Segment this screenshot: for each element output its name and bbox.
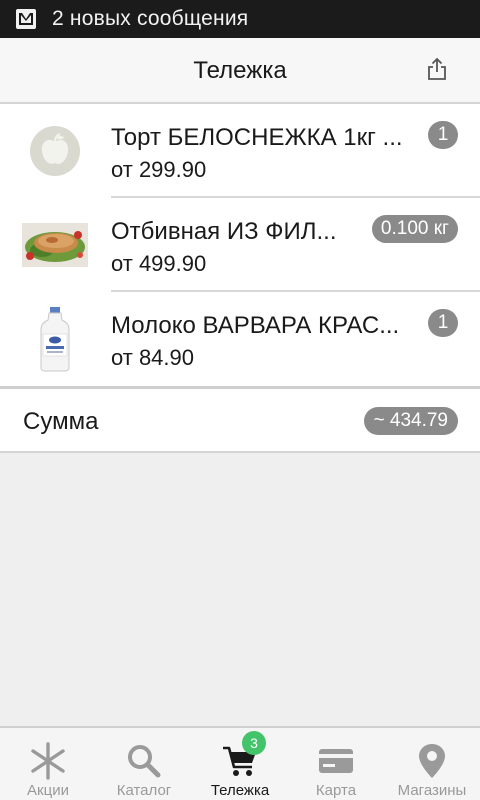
cart-list: Торт БЕЛОСНЕЖКА 1кг ... от 299.90 1 Отби…: [0, 104, 480, 453]
tab-cart[interactable]: 3 Тележка: [192, 728, 288, 800]
credit-card-icon: [316, 741, 356, 781]
search-icon: [124, 741, 164, 781]
tab-label: Акции: [27, 782, 69, 799]
total-label: Сумма: [23, 408, 99, 435]
status-notification-text: 2 новых сообщения: [52, 7, 249, 30]
tab-stores[interactable]: Магазины: [384, 728, 480, 800]
total-badge: ~ 434.79: [363, 407, 458, 435]
meat-dish-photo: [18, 212, 92, 278]
cart-count-badge: 3: [242, 731, 266, 755]
quantity-badge: 1: [428, 309, 458, 337]
item-name: Торт БЕЛОСНЕЖКА 1кг ...: [111, 124, 403, 151]
cart-item[interactable]: Молоко ВАРВАРА КРАС... от 84.90 1: [0, 292, 480, 386]
tab-card[interactable]: Карта: [288, 728, 384, 800]
page-title: Тележка: [193, 57, 287, 84]
action-bar: Тележка: [0, 38, 480, 104]
tab-label: Тележка: [210, 782, 270, 799]
item-price: от 299.90: [111, 157, 207, 182]
mail-icon: [14, 7, 38, 31]
cart-item[interactable]: Торт БЕЛОСНЕЖКА 1кг ... от 299.90 1: [0, 104, 480, 198]
tab-promotions[interactable]: Акции: [0, 728, 96, 800]
item-price: от 499.90: [111, 251, 207, 276]
cart-total-row: Сумма ~ 434.79: [0, 389, 480, 453]
share-icon: [427, 57, 447, 86]
quantity-badge: 1: [428, 121, 458, 149]
cart-item[interactable]: Отбивная ИЗ ФИЛ... от 499.90 0.100 кг: [0, 198, 480, 292]
share-button[interactable]: [424, 57, 450, 86]
location-pin-icon: [412, 741, 452, 781]
tab-label: Каталог: [116, 782, 172, 799]
tab-label: Магазины: [397, 782, 467, 799]
asterisk-icon: [28, 741, 68, 781]
tab-label: Карта: [315, 782, 357, 799]
tab-catalog[interactable]: Каталог: [96, 728, 192, 800]
milk-bottle-photo: [18, 306, 92, 372]
bottom-tab-bar: Акции Каталог 3 Тележка Карта Магазины: [0, 726, 480, 800]
item-name: Молоко ВАРВАРА КРАС...: [111, 312, 400, 339]
placeholder-apple-image: [18, 118, 92, 184]
status-bar: 2 новых сообщения: [0, 0, 480, 38]
item-price: от 84.90: [111, 345, 194, 370]
quantity-badge: 0.100 кг: [371, 215, 458, 243]
